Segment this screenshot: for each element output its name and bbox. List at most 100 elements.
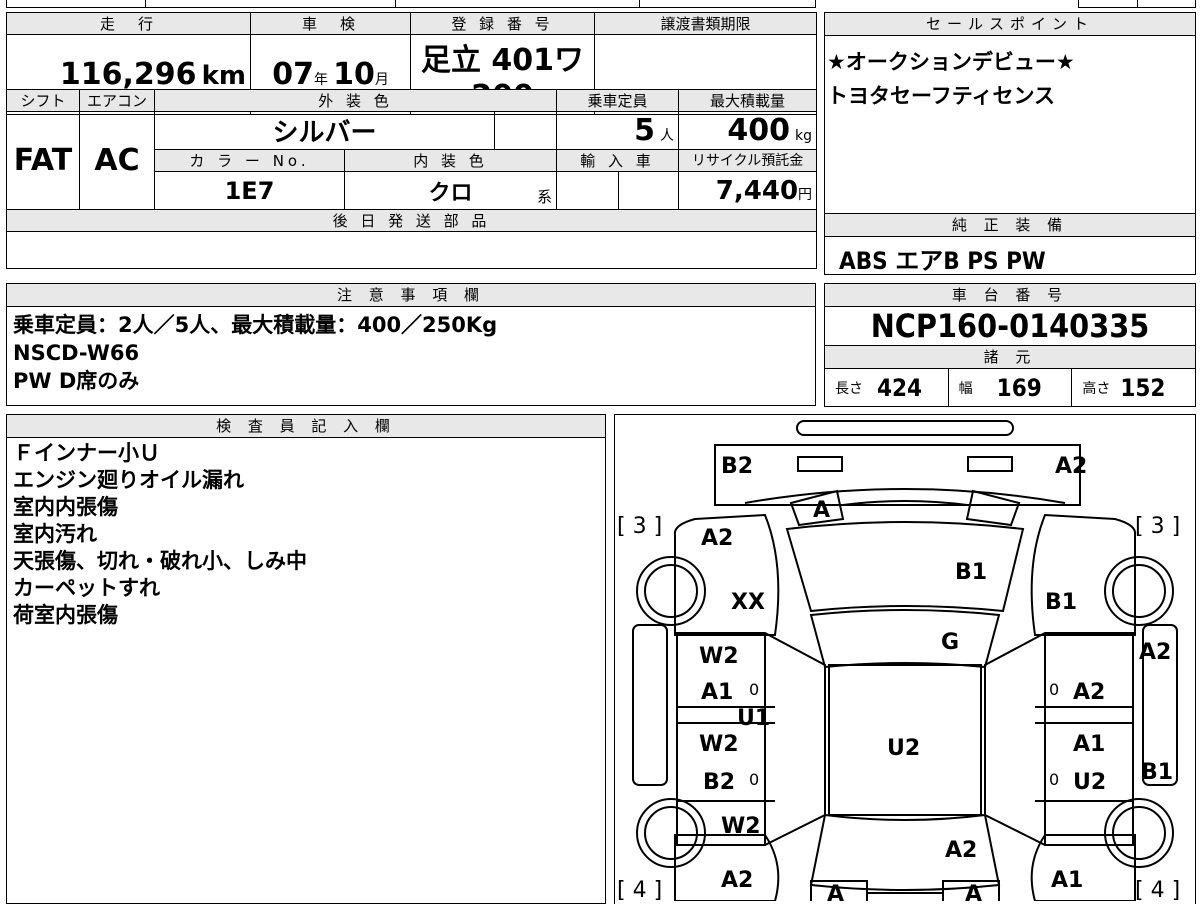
shaken-label: 車 検 [250,12,412,35]
right-headlight [967,456,1013,472]
recycle-value: 7,440 [715,175,799,206]
label-front-left-bumper: B2 [721,454,753,479]
label-right-front-door-top: A2 [1139,640,1171,665]
import-blank-1 [556,171,620,210]
car-diagram: B2 A2 A A2 B1 XX B1 G A2 W2 A1 0 U1 0 A2… [617,420,1180,901]
wheel-front-right [1104,556,1174,626]
label-zero-3: 0 [749,770,759,789]
transfer-label: 譲渡書類期限 [594,12,818,35]
spec-table: シフト エアコン 外 装 色 乗車定員 最大積載量 FAT AC シルバー 5 … [5,89,818,269]
ac-value: AC [94,143,140,178]
label-zero-4: 0 [1049,770,1059,789]
inspector-line-2: エンジン廻りオイル漏れ [13,468,244,492]
genuine-equipment-label: 純 正 装 備 [825,214,1195,237]
inspector-line-6: カーペットすれ [13,576,160,600]
left-headlight [797,456,843,472]
exterior-value: シルバー [272,118,377,148]
label-left-front-door-b: A1 [701,680,733,705]
later-parts-value [5,231,818,269]
import-blank-2 [618,171,680,210]
label-cowl: G [941,630,959,655]
interior-unit: 系 [537,188,553,206]
load-label: 最大積載量 [678,89,818,112]
load-value: 400 [727,113,790,148]
wheel-front-left [636,556,706,626]
label-right-rear-door-a: A1 [1073,732,1105,757]
interior-label: 内 装 色 [343,149,558,172]
ac-label: エアコン [79,89,155,112]
label-front-right-bumper: A2 [1055,454,1087,479]
recycle-unit: 円 [798,186,813,203]
cowl-outline [809,609,1001,669]
exterior-blank [493,111,558,150]
ac-cell: AC [79,111,155,210]
sales-point-line-2: トヨタセーフティセンス [827,84,1056,108]
shift-value: FAT [13,143,73,178]
color-no-value: 1E7 [224,176,275,205]
shaken-year: 07 [272,57,314,92]
label-rear-a1: A [827,882,844,901]
recycle-cell: 7,440円 [678,171,818,210]
label-zero-2: 0 [1049,680,1059,699]
wheel-rear-left [636,798,706,868]
inspector-line-4: 室内汚れ [13,522,97,546]
shaken-month: 10 [333,57,375,92]
sales-point-label: セールスポイント [825,13,1195,36]
interior-value: クロ [428,180,473,206]
capacity-unit: 人 [660,128,675,144]
label-rear-glass: A2 [945,838,977,863]
capacity-value: 5 [634,113,655,148]
label-zero-1: 0 [749,680,759,699]
tire-front-right: [ 3 ] [1135,514,1180,539]
label-hood: B1 [955,560,987,585]
later-parts-label: 後 日 発 送 部 品 [5,209,818,232]
width-value: 169 [996,374,1042,402]
left-side-strip [632,624,668,786]
label-left-quarter: W2 [721,814,761,839]
wheel-rear-right [1104,798,1174,868]
capacity-cell: 5 人 [556,111,680,150]
shift-cell: FAT [6,111,80,210]
exterior-cell: シルバー [154,111,495,150]
chassis-value: NCP160-0140335 [825,307,1195,346]
mileage-unit: km [201,61,247,91]
color-no-cell: 1E7 [154,171,345,210]
dimensions-label: 諸 元 [825,346,1195,369]
notes-line-1: 乗車定員：2人／5人、最大積載量：400／250Kg [13,313,498,337]
label-right-front-door: A2 [1073,680,1105,705]
mileage-label: 走 行 [5,12,252,35]
genuine-equipment-value: ABS エアB PS PW [839,247,1046,275]
genuine-equipment-box: 純 正 装 備 ABS エアB PS PW [824,213,1196,275]
inspector-line-1: Ｆインナー小Ｕ [13,441,160,465]
sales-point-box: セールスポイント ★オークションデビュー★ トヨタセーフティセンス [824,12,1196,214]
height-label: 高さ [1082,381,1111,397]
notes-box: 注 意 事 項 欄 乗車定員：2人／5人、最大積載量：400／250Kg NSC… [6,283,816,406]
top-edge-stub-right [1078,0,1196,8]
chassis-label: 車 台 番 号 [825,284,1195,307]
car-diagram-box: B2 A2 A A2 B1 XX B1 G A2 W2 A1 0 U1 0 A2… [614,414,1196,904]
load-cell: 400 kg [678,111,818,150]
recycle-label: リサイクル預託金 [678,149,818,172]
inspector-label: 検 査 員 記 入 欄 [7,415,605,438]
front-bumper-top [796,420,1014,436]
label-left-front-door-a: W2 [699,644,739,669]
label-rear-a2: A [965,882,982,901]
label-left-rear-door-a: W2 [699,732,739,757]
notes-line-3: PW D席のみ [13,369,140,393]
tire-rear-right: [ 4 ] [1135,878,1180,901]
exterior-label: 外 装 色 [153,89,558,112]
label-left-pillar: U1 [737,706,770,731]
load-unit: kg [795,128,813,144]
label-left-rear-door-b: B2 [703,770,735,795]
mileage-value: 116,296 [59,57,197,92]
capacity-label: 乗車定員 [556,89,680,112]
label-right-rear-door-b: U2 [1073,770,1106,795]
sales-point-line-1: ★オークションデビュー★ [827,50,1075,74]
import-label: 輸 入 車 [556,149,680,172]
shift-label: シフト [6,89,80,112]
shaken-year-unit: 年 [313,72,328,88]
hood-outline [785,521,1025,613]
height-value: 152 [1120,374,1166,402]
inspector-box: 検 査 員 記 入 欄 Ｆインナー小Ｕ エンジン廻りオイル漏れ 室内内張傷 室内… [6,414,606,904]
inspector-line-3: 室内内張傷 [13,495,118,519]
